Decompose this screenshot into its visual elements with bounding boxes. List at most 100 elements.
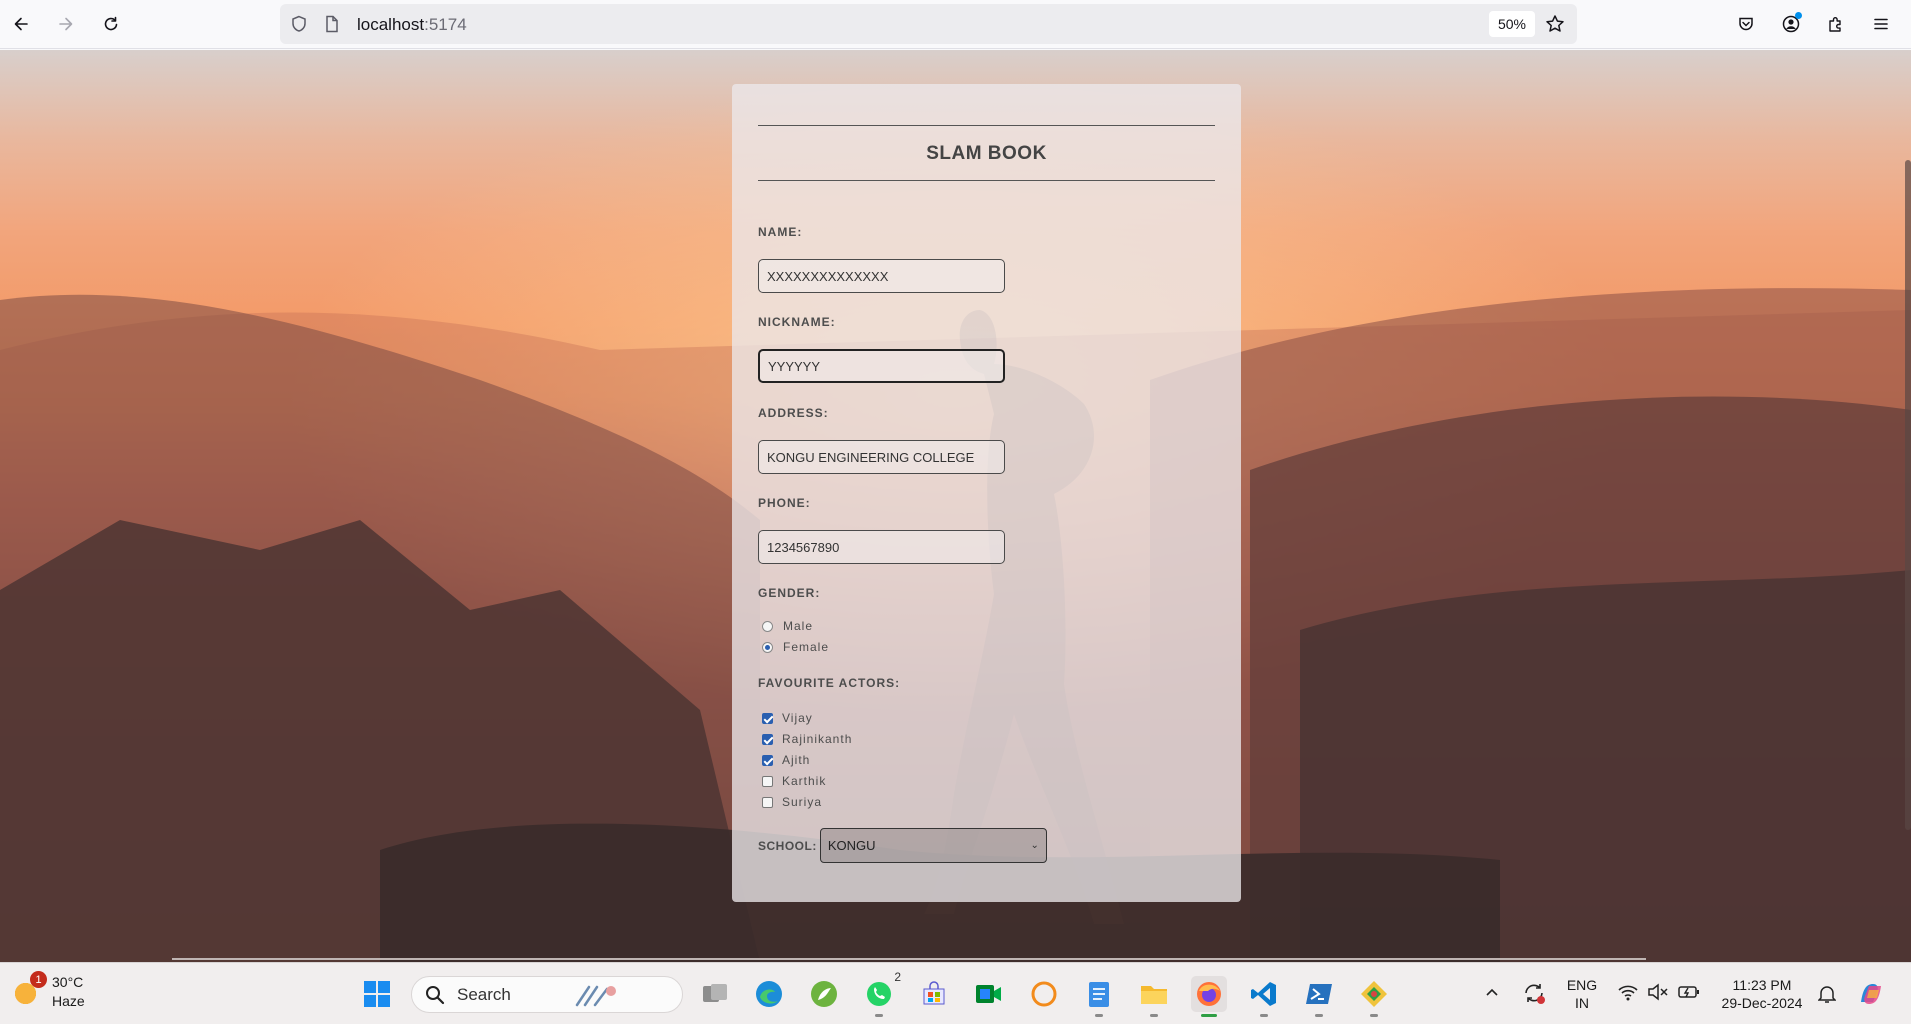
notifications-button[interactable] xyxy=(1817,984,1837,1009)
school-row: SCHOOL: KONGU ⌄ xyxy=(758,828,1047,863)
male-radio[interactable] xyxy=(762,620,773,632)
name-input[interactable]: XXXXXXXXXXXXXX xyxy=(758,259,1005,293)
school-selected-value: KONGU xyxy=(827,838,876,853)
reload-button[interactable] xyxy=(95,8,127,40)
female-radio[interactable] xyxy=(762,641,773,653)
spring-tool-button[interactable] xyxy=(806,976,842,1012)
eclipse-icon xyxy=(1031,981,1057,1007)
running-indicator xyxy=(1150,1014,1158,1017)
zoom-indicator[interactable]: 50% xyxy=(1489,11,1535,37)
whatsapp-button[interactable]: 2 xyxy=(861,970,901,1017)
address-bar[interactable]: localhost:5174 50% xyxy=(280,4,1577,44)
weather-desc: Haze xyxy=(52,993,85,1009)
horizontal-scrollbar[interactable] xyxy=(172,958,1646,960)
notepad-button[interactable] xyxy=(1081,976,1117,1017)
bookmark-star-icon[interactable] xyxy=(1545,14,1565,34)
address-input[interactable]: KONGU ENGINEERING COLLEGE xyxy=(758,440,1005,474)
gender-option-male[interactable]: Male xyxy=(758,619,813,633)
language-indicator[interactable]: ENG IN xyxy=(1565,976,1599,1012)
url-text[interactable]: localhost:5174 xyxy=(357,15,467,35)
meet-button[interactable] xyxy=(971,976,1007,1012)
volume-muted-icon xyxy=(1648,983,1668,1001)
whatsapp-icon xyxy=(867,982,891,1006)
battery-charging-icon xyxy=(1678,986,1699,998)
weather-widget[interactable]: 1 30°C Haze xyxy=(12,971,85,1011)
vijay-label: Vijay xyxy=(782,711,813,725)
powershell-icon xyxy=(1306,984,1332,1004)
running-indicator xyxy=(1095,1014,1103,1017)
url-port: :5174 xyxy=(424,15,467,34)
rajinikanth-label: Rajinikanth xyxy=(782,732,853,746)
karthik-label: Karthik xyxy=(782,774,827,788)
git-tool-button[interactable] xyxy=(1356,976,1392,1017)
powershell-button[interactable] xyxy=(1301,976,1337,1017)
sync-error-icon xyxy=(1525,984,1545,1004)
actor-option-suriya[interactable]: Suriya xyxy=(758,795,822,809)
male-radio-label: Male xyxy=(783,619,814,633)
show-hidden-icons-button[interactable] xyxy=(1484,984,1500,1005)
firefox-icon xyxy=(1197,982,1221,1006)
task-view-icon xyxy=(703,984,727,1002)
file-explorer-button[interactable] xyxy=(1136,976,1172,1017)
menu-button[interactable] xyxy=(1865,8,1897,40)
store-button[interactable] xyxy=(916,976,952,1012)
sync-status[interactable] xyxy=(1522,981,1546,1010)
video-call-icon xyxy=(976,985,1001,1003)
ajith-checkbox[interactable] xyxy=(762,754,773,766)
copilot-button[interactable] xyxy=(1855,978,1887,1015)
actor-option-ajith[interactable]: Ajith xyxy=(758,753,810,767)
pocket-icon xyxy=(1739,17,1753,31)
taskbar-search[interactable]: Search xyxy=(411,976,683,1013)
clock[interactable]: 11:23 PM 29-Dec-2024 xyxy=(1712,976,1812,1012)
git-diamond-icon xyxy=(1361,981,1387,1007)
network-volume-battery[interactable] xyxy=(1617,982,1701,1002)
actor-option-karthik[interactable]: Karthik xyxy=(758,774,826,788)
task-view-button[interactable] xyxy=(697,976,733,1012)
rajinikanth-checkbox[interactable] xyxy=(762,733,773,745)
chevron-up-icon xyxy=(1486,988,1498,996)
name-label: NAME: xyxy=(758,225,803,239)
pocket-button[interactable] xyxy=(1730,8,1762,40)
reload-icon xyxy=(104,16,118,31)
firefox-button[interactable] xyxy=(1191,976,1227,1017)
actor-option-vijay[interactable]: Vijay xyxy=(758,711,813,725)
school-select[interactable]: KONGU ⌄ xyxy=(819,828,1047,863)
start-button[interactable] xyxy=(359,976,395,1012)
edge-icon xyxy=(756,981,782,1007)
account-button[interactable] xyxy=(1775,8,1807,40)
school-label: SCHOOL: xyxy=(758,838,817,853)
actor-option-rajinikanth[interactable]: Rajinikanth xyxy=(758,732,852,746)
suriya-checkbox[interactable] xyxy=(762,796,773,808)
clock-time: 11:23 PM xyxy=(1732,977,1792,993)
karthik-checkbox[interactable] xyxy=(762,775,773,787)
language-code: ENG xyxy=(1566,977,1598,993)
vscode-icon xyxy=(1251,982,1276,1006)
forward-button[interactable] xyxy=(50,8,82,40)
favourite-actors-label: FAVOURITE ACTORS: xyxy=(758,676,901,690)
vijay-checkbox[interactable] xyxy=(762,712,773,724)
tracking-shield-icon[interactable] xyxy=(290,15,308,33)
running-indicator xyxy=(1260,1014,1268,1017)
search-icon xyxy=(426,985,445,1004)
arrow-right-icon xyxy=(59,17,73,31)
gender-option-female[interactable]: Female xyxy=(758,640,829,654)
address-label: ADDRESS: xyxy=(758,406,829,420)
phone-input[interactable]: 1234567890 xyxy=(758,530,1005,564)
url-host: localhost xyxy=(357,15,425,34)
back-button[interactable] xyxy=(5,8,37,40)
title-top-rule xyxy=(758,125,1215,126)
vertical-scrollbar[interactable] xyxy=(1905,160,1911,830)
weather-haze-icon: 1 xyxy=(12,971,47,1007)
copilot-icon xyxy=(1861,984,1881,1004)
chevron-down-icon: ⌄ xyxy=(1030,840,1039,851)
form-title: SLAM BOOK xyxy=(926,143,1047,164)
edge-button[interactable] xyxy=(751,976,787,1012)
search-label: Search xyxy=(457,984,511,1004)
bell-icon xyxy=(1817,986,1837,1003)
extensions-button[interactable] xyxy=(1820,8,1852,40)
arrow-left-icon xyxy=(14,17,28,31)
page-info-icon[interactable] xyxy=(324,15,340,33)
vscode-button[interactable] xyxy=(1246,976,1282,1017)
eclipse-button[interactable] xyxy=(1026,976,1062,1012)
nickname-input[interactable]: YYYYYY xyxy=(758,349,1005,383)
